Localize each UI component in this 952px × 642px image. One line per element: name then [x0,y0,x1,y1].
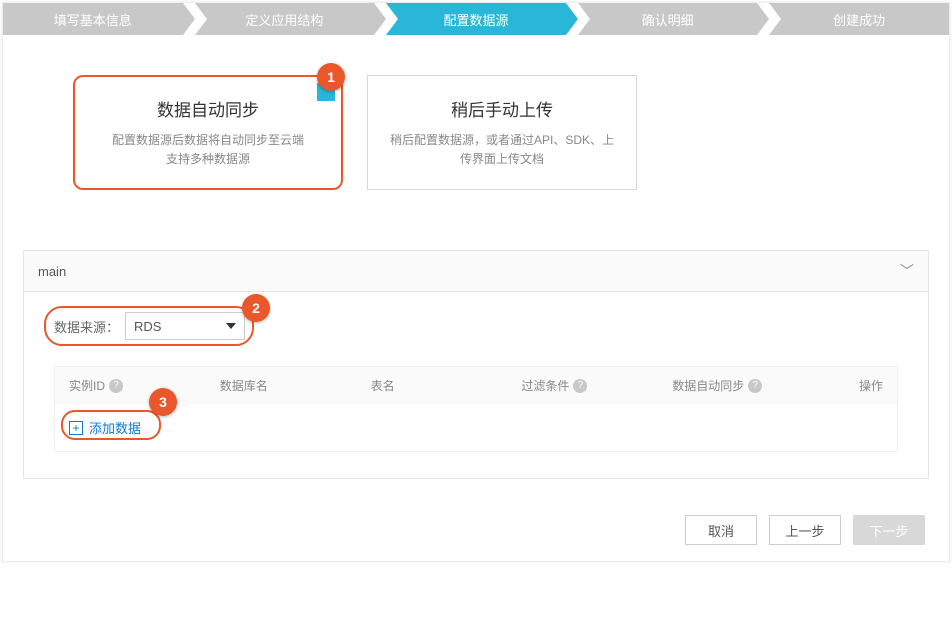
col-table-name: 表名 [371,377,522,394]
prev-button[interactable]: 上一步 [769,515,841,545]
add-data-button[interactable]: + 添加数据 [69,418,141,437]
sync-mode-cards: 1 数据自动同步 配置数据源后数据将自动同步至云端 支持多种数据源 稍后手动上传… [33,75,919,190]
next-button: 下一步 [853,515,925,545]
step-confirm[interactable]: 确认明细 [578,3,758,35]
plus-icon: + [69,421,83,435]
step-define-structure[interactable]: 定义应用结构 [195,3,375,35]
col-filter: 过滤条件? [521,377,672,394]
step-label: 定义应用结构 [245,10,323,29]
chevron-down-icon: ﹀ [900,261,914,281]
data-table: 实例ID? 数据库名 表名 过滤条件? 数据自动同步? 操作 3 + 添加数据 [54,366,898,452]
panel-header[interactable]: main ﹀ [24,251,928,292]
footer-actions: 取消 上一步 下一步 [3,499,949,561]
wizard-container: 填写基本信息 定义应用结构 配置数据源 确认明细 创建成功 1 数据自动同步 配… [2,2,950,562]
card-desc: 配置数据源后数据将自动同步至云端 支持多种数据源 [112,131,304,169]
card-title: 数据自动同步 [157,96,259,121]
col-instance-id: 实例ID? [69,377,220,394]
step-label: 确认明细 [642,10,694,29]
data-source-label: 数据来源： [54,317,119,336]
step-bar: 填写基本信息 定义应用结构 配置数据源 确认明细 创建成功 [3,3,949,35]
content-area: 1 数据自动同步 配置数据源后数据将自动同步至云端 支持多种数据源 稍后手动上传… [3,35,949,220]
panel-body: 2 数据来源： RDS 实例ID? 数据库名 表名 过滤条件? 数据自动同步? … [24,292,928,478]
data-source-select[interactable]: RDS [125,312,245,340]
step-label: 配置数据源 [443,10,508,29]
card-auto-sync[interactable]: 1 数据自动同步 配置数据源后数据将自动同步至云端 支持多种数据源 [73,75,343,190]
datasource-panel: main ﹀ 2 数据来源： RDS 实例ID? 数据库名 表名 过滤条件? [23,250,929,479]
panel-title: main [38,264,66,279]
dropdown-triangle-icon [226,323,236,329]
step-basic-info[interactable]: 填写基本信息 [3,3,183,35]
step-label: 创建成功 [833,10,885,29]
cancel-button[interactable]: 取消 [685,515,757,545]
data-source-row: 2 数据来源： RDS [54,312,898,340]
col-db-name: 数据库名 [220,377,371,394]
card-title: 稍后手动上传 [451,96,553,121]
annotation-badge-1: 1 [317,63,345,91]
annotation-badge-3: 3 [149,388,177,416]
help-icon[interactable]: ? [573,379,587,393]
help-icon[interactable]: ? [109,379,123,393]
add-data-row: 3 + 添加数据 [55,404,897,451]
col-ops: 操作 [823,377,883,394]
col-auto-sync: 数据自动同步? [672,377,823,394]
step-label: 填写基本信息 [54,10,132,29]
card-desc: 稍后配置数据源，或者通过API、SDK、上传界面上传文档 [388,131,616,169]
table-header: 实例ID? 数据库名 表名 过滤条件? 数据自动同步? 操作 [55,367,897,404]
annotation-badge-2: 2 [242,294,270,322]
help-icon[interactable]: ? [748,379,762,393]
add-data-label: 添加数据 [89,418,141,437]
step-success[interactable]: 创建成功 [769,3,949,35]
card-manual-upload[interactable]: 稍后手动上传 稍后配置数据源，或者通过API、SDK、上传界面上传文档 [367,75,637,190]
step-configure-datasource[interactable]: 配置数据源 [386,3,566,35]
select-value: RDS [134,319,161,334]
